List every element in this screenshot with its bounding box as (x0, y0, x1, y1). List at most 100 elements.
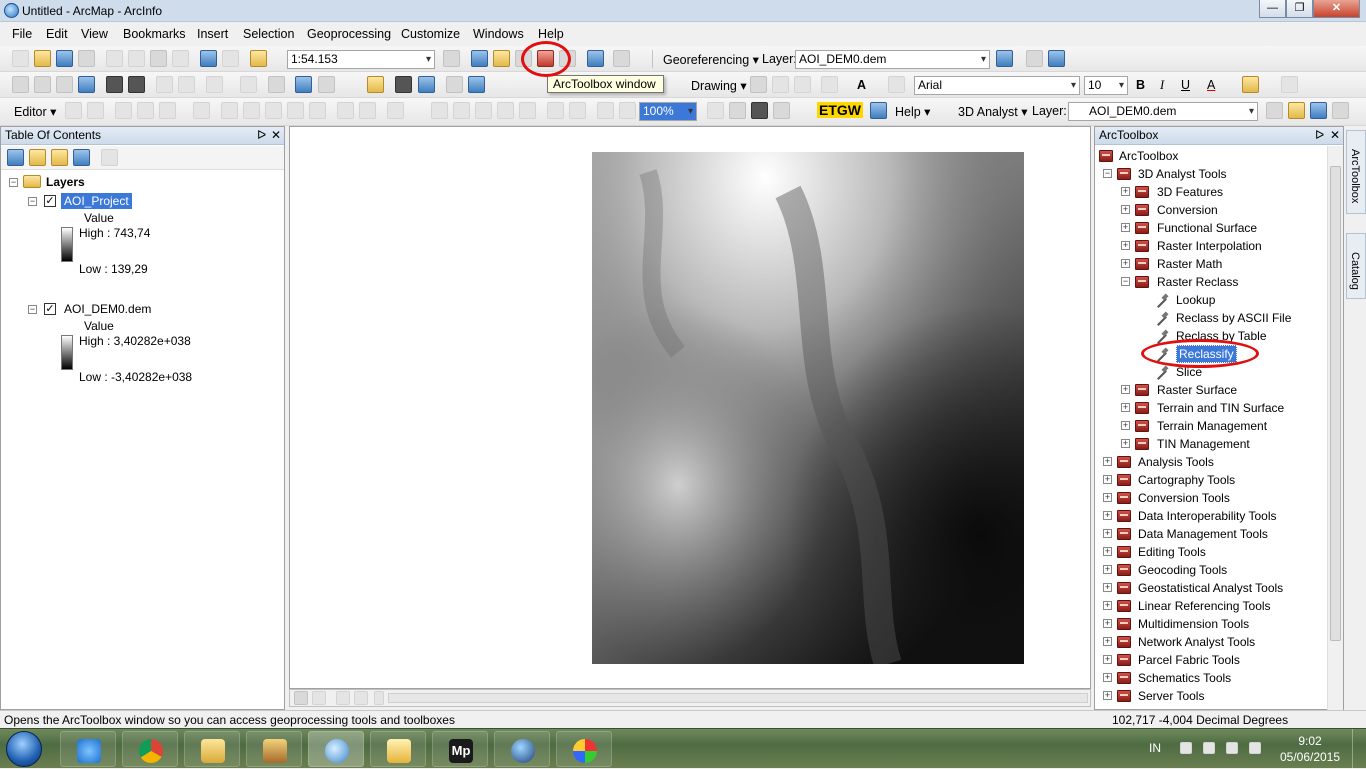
measure-icon[interactable] (367, 76, 384, 93)
search-window-icon[interactable] (515, 50, 532, 67)
map-horizontal-scrollbar[interactable] (388, 693, 1088, 703)
edit-annotation-icon[interactable] (87, 102, 104, 119)
create-contour-icon[interactable] (1266, 102, 1283, 119)
tree-3d-features[interactable]: +3D Features (1121, 183, 1223, 201)
edit-tool-icon[interactable] (65, 102, 82, 119)
next-extent-layout-icon[interactable] (619, 102, 636, 119)
show-desktop-button[interactable] (1352, 729, 1366, 769)
data-view-icon[interactable] (294, 691, 308, 705)
zoom-100-icon[interactable] (519, 102, 536, 119)
print-icon[interactable] (78, 50, 95, 67)
end-point-arc-icon[interactable] (137, 102, 154, 119)
tree-raster-math[interactable]: + Raster Math (1121, 255, 1222, 273)
taskbar-explorer[interactable] (184, 731, 240, 767)
html-popup-icon[interactable] (318, 76, 335, 93)
taskbar-mapinfo[interactable]: Mp (432, 731, 488, 767)
select-features-icon[interactable] (206, 76, 223, 93)
line-color-icon[interactable] (1281, 76, 1298, 93)
collapse-toggle[interactable]: − (1103, 169, 1112, 178)
expand-toggle[interactable]: + (1121, 403, 1130, 412)
expand-toggle[interactable]: + (1103, 655, 1112, 664)
reshape-icon[interactable] (243, 102, 260, 119)
model-builder-icon[interactable] (587, 50, 604, 67)
expand-toggle[interactable]: + (1121, 439, 1130, 448)
arctoolbox-close-button[interactable]: ✕ (1330, 127, 1340, 144)
editor-menu[interactable]: Editor ▾ (14, 104, 56, 119)
expand-toggle[interactable]: + (1121, 385, 1130, 394)
split-icon[interactable] (287, 102, 304, 119)
tool-reclass-by-table[interactable]: Reclass by Table (1155, 327, 1267, 345)
font-color-button[interactable]: A (1207, 78, 1215, 92)
tool-reclass-by-ascii-file[interactable]: Reclass by ASCII File (1155, 309, 1291, 327)
attributes-icon[interactable] (337, 102, 354, 119)
tree-raster-reclass[interactable]: − Raster Reclass (1121, 273, 1238, 291)
collapse-toggle[interactable]: − (1121, 277, 1130, 286)
undo-icon[interactable] (200, 50, 217, 67)
tree-conversion-tools[interactable]: + Conversion Tools (1103, 489, 1230, 507)
tree-network-analyst-tools[interactable]: + Network Analyst Tools (1103, 633, 1255, 651)
expand-toggle[interactable]: + (1103, 601, 1112, 610)
layout-view-icon[interactable] (312, 691, 326, 705)
layer2-collapse-toggle[interactable]: − (28, 305, 37, 314)
delete-icon[interactable] (172, 50, 189, 67)
expand-toggle[interactable]: + (1121, 187, 1130, 196)
view-link-table-icon[interactable] (1048, 50, 1065, 67)
layout-zoom-out-icon[interactable] (453, 102, 470, 119)
expand-toggle[interactable]: + (1121, 421, 1130, 430)
georef-layer-combo[interactable]: AOI_DEM0.dem (795, 50, 990, 69)
tree-cartography-tools[interactable]: + Cartography Tools (1103, 471, 1235, 489)
toc-close-button[interactable]: ✕ (271, 127, 281, 144)
tree-tin-management[interactable]: + TIN Management (1121, 435, 1250, 453)
rotate-element-icon[interactable] (772, 76, 789, 93)
arctoolbox-window-icon[interactable] (537, 50, 554, 67)
taskbar-outlook[interactable] (370, 731, 426, 767)
menu-view[interactable]: View (81, 27, 108, 41)
tree-linear-referencing-tools[interactable]: + Linear Referencing Tools (1103, 597, 1271, 615)
expand-toggle[interactable]: + (1103, 637, 1112, 646)
rectangle-icon[interactable] (821, 76, 838, 93)
layout-zoom-combo[interactable]: 100% (639, 102, 697, 121)
identify-info-icon[interactable] (295, 76, 312, 93)
menu-edit[interactable]: Edit (46, 27, 68, 41)
find-binoculars-icon[interactable] (395, 76, 412, 93)
arctoolbox-pin-button[interactable]: ᐅ (1315, 127, 1324, 144)
trace-icon[interactable] (159, 102, 176, 119)
scroll-left-icon[interactable] (374, 691, 384, 705)
clock-date[interactable]: 05/06/2015 (1277, 750, 1343, 764)
layers-label[interactable]: Layers (46, 175, 85, 189)
forward-extent-icon[interactable] (178, 76, 195, 93)
change-layout-icon[interactable] (751, 102, 768, 119)
tree-conversion[interactable]: + Conversion (1121, 201, 1218, 219)
font-combo[interactable]: Arial (914, 76, 1080, 95)
font-size-combo[interactable]: 10 (1084, 76, 1128, 95)
arctoolbox-vertical-scrollbar[interactable] (1327, 146, 1343, 711)
menu-selection[interactable]: Selection (243, 27, 294, 41)
arctoolbox-side-tab[interactable]: ArcToolbox (1346, 130, 1366, 214)
copy-icon[interactable] (128, 50, 145, 67)
maximize-button[interactable]: ❐ (1286, 0, 1313, 18)
etgw-button[interactable]: ETGW (817, 102, 863, 118)
expand-toggle[interactable]: + (1121, 205, 1130, 214)
menu-geoprocessing[interactable]: Geoprocessing (307, 27, 391, 41)
straight-segment-icon[interactable] (115, 102, 132, 119)
zoom-whole-page-icon[interactable] (497, 102, 514, 119)
taskbar-internet-explorer[interactable] (60, 731, 116, 767)
etgw-help-menu[interactable]: Help ▾ (895, 104, 930, 119)
menu-insert[interactable]: Insert (197, 27, 228, 41)
fixed-zoom-out-icon[interactable] (128, 76, 145, 93)
taskbar-arcmap[interactable] (308, 731, 364, 767)
rotate-icon[interactable] (996, 50, 1013, 67)
layout-zoom-in-icon[interactable] (431, 102, 448, 119)
list-by-drawing-order-icon[interactable] (7, 149, 24, 166)
taskbar-chrome[interactable] (122, 731, 178, 767)
expand-toggle[interactable]: + (1103, 529, 1112, 538)
refresh-icon[interactable] (336, 691, 350, 705)
new-document-icon[interactable] (12, 50, 29, 67)
catalog-window-icon[interactable] (493, 50, 510, 67)
save-icon[interactable] (56, 50, 73, 67)
expand-toggle[interactable]: + (1103, 691, 1112, 700)
layer1-name[interactable]: AOI_Project (61, 193, 132, 209)
tray-action-center-icon[interactable] (1226, 742, 1238, 754)
full-extent-globe-icon[interactable] (78, 76, 95, 93)
list-by-visibility-icon[interactable] (51, 149, 68, 166)
